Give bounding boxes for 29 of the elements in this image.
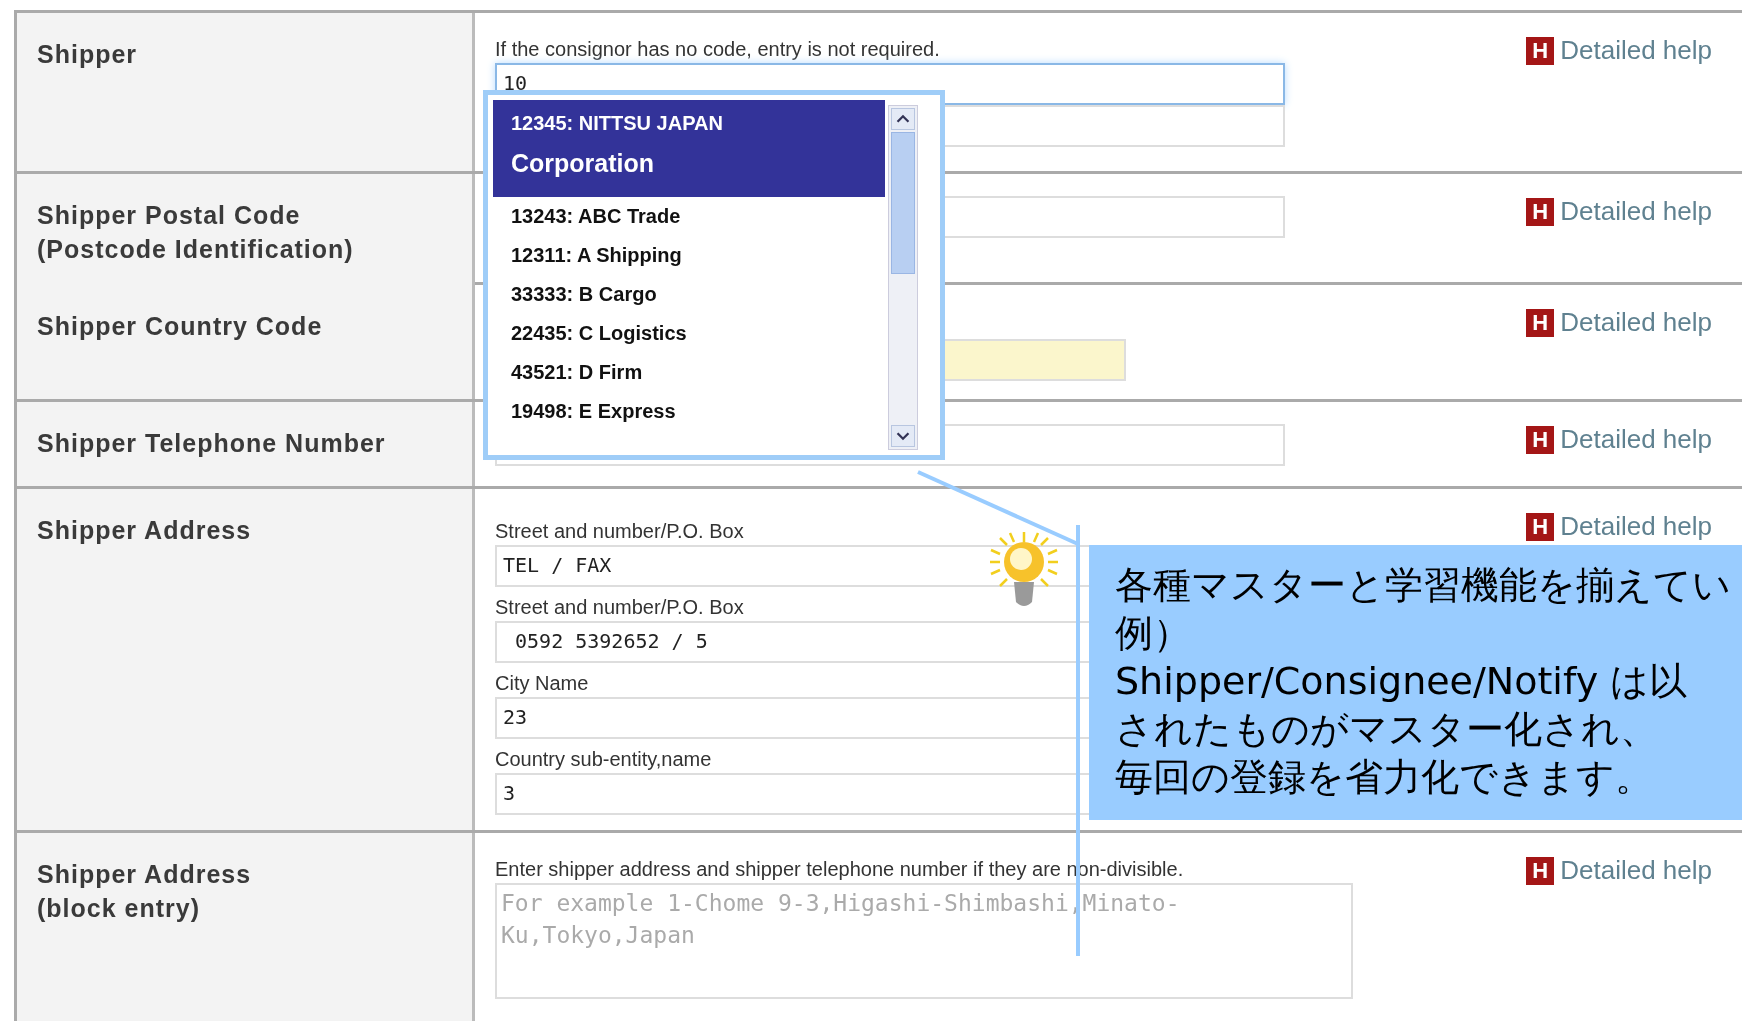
autocomplete-option[interactable]: 13243: ABC Trade bbox=[493, 197, 885, 236]
scrollbar-thumb[interactable] bbox=[891, 132, 915, 274]
detailed-help-link[interactable]: H Detailed help bbox=[1526, 196, 1712, 227]
autocomplete-option[interactable]: 12311: A Shipping bbox=[493, 236, 885, 275]
autocomplete-option[interactable]: 33333: B Cargo bbox=[493, 275, 885, 314]
detailed-help-link[interactable]: H Detailed help bbox=[1526, 35, 1712, 66]
autocomplete-option[interactable]: 12345: NITTSU JAPAN Corporation bbox=[493, 100, 885, 197]
autocomplete-option[interactable]: 43521: D Firm bbox=[493, 353, 885, 392]
autocomplete-option[interactable]: 19498: E Express bbox=[493, 392, 885, 431]
help-icon: H bbox=[1526, 856, 1555, 885]
hint-text: If the consignor has no code, entry is not required. bbox=[495, 37, 940, 62]
scrollbar[interactable] bbox=[888, 105, 918, 450]
field-label: Street and number/P.O. Box bbox=[495, 595, 744, 620]
field-label: Street and number/P.O. Box bbox=[495, 519, 744, 544]
autocomplete-option[interactable]: 22435: C Logistics bbox=[493, 314, 885, 353]
help-icon: H bbox=[1526, 36, 1555, 65]
scroll-down-button[interactable] bbox=[891, 425, 915, 447]
detailed-help-link[interactable]: H Detailed help bbox=[1526, 511, 1712, 542]
field-label: Country sub-entity,name bbox=[495, 747, 712, 772]
field-label: City Name bbox=[495, 671, 589, 696]
help-icon: H bbox=[1526, 308, 1555, 337]
detailed-help-link[interactable]: H Detailed help bbox=[1526, 855, 1712, 886]
hint-text: Enter shipper address and shipper telephone number if they are non-divisible. bbox=[495, 857, 1184, 882]
help-icon: H bbox=[1526, 197, 1555, 226]
help-icon: H bbox=[1526, 512, 1555, 541]
scroll-up-button[interactable] bbox=[891, 108, 915, 130]
detailed-help-link[interactable]: H Detailed help bbox=[1526, 307, 1712, 338]
help-icon: H bbox=[1526, 425, 1555, 454]
detailed-help-link[interactable]: H Detailed help bbox=[1526, 424, 1712, 455]
